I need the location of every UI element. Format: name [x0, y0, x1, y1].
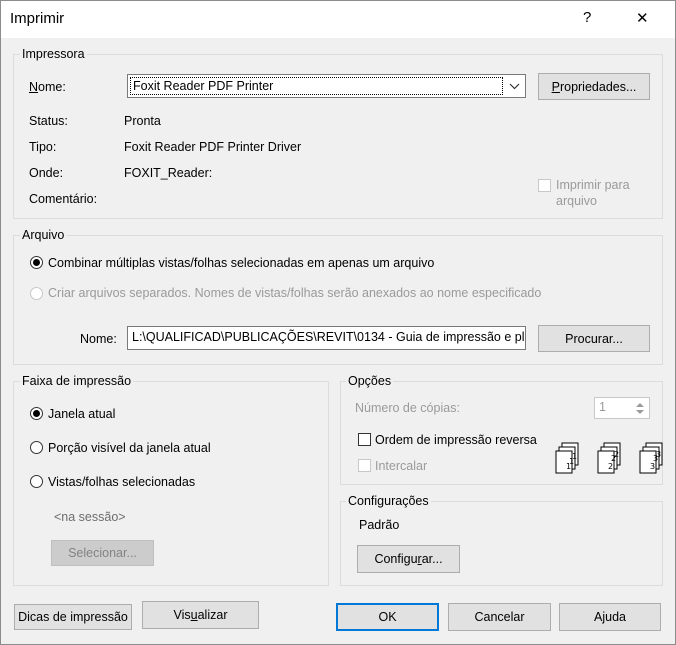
combine-radio[interactable]: [30, 256, 43, 269]
current-window-label: Janela atual: [48, 407, 116, 421]
type-value: Foxit Reader PDF Printer Driver: [124, 140, 302, 154]
file-name-input[interactable]: L:\QUALIFICAD\PUBLICAÇÕES\REVIT\0134 - G…: [127, 326, 526, 350]
svg-text:1: 1: [566, 462, 571, 471]
select-button[interactable]: Selecionar...: [51, 540, 154, 566]
reverse-order-checkbox[interactable]: [358, 433, 371, 446]
cancel-button[interactable]: Cancelar: [448, 603, 551, 631]
svg-text:3: 3: [650, 462, 655, 471]
settings-group: [340, 501, 663, 586]
properties-button[interactable]: Propriedades...: [538, 73, 650, 100]
browse-button[interactable]: Procurar...: [538, 325, 650, 352]
printer-name-label: Nome:: [29, 80, 66, 94]
where-label: Onde:: [29, 166, 64, 180]
configure-button-label: Configurar...: [374, 552, 443, 566]
chevron-down-icon: [509, 83, 520, 90]
print-tips-button[interactable]: Dicas de impressão: [14, 604, 132, 630]
help-icon[interactable]: ?: [583, 9, 591, 26]
options-group-label: Opções: [346, 374, 394, 388]
printer-group-label: Impressora: [20, 47, 87, 61]
print-to-file-label-2: arquivo: [556, 194, 597, 208]
preview-button[interactable]: Visualizar: [142, 601, 259, 629]
configure-button[interactable]: Configurar...: [357, 545, 460, 573]
help-button[interactable]: Ajuda: [559, 603, 661, 631]
properties-button-label: Propriedades...: [551, 79, 637, 94]
print-to-file-checkbox[interactable]: [538, 179, 551, 192]
status-value: Pronta: [124, 114, 161, 128]
copies-spinner-icon[interactable]: [633, 400, 647, 417]
collate-pages-icon: 111 222 333: [555, 442, 663, 474]
reverse-order-label: Ordem de impressão reversa: [375, 433, 537, 447]
settings-current: Padrão: [359, 518, 400, 532]
copies-value: 1: [599, 400, 606, 414]
file-name-label: Nome:: [80, 332, 117, 346]
selected-views-radio[interactable]: [30, 475, 43, 488]
collate-checkbox[interactable]: [358, 459, 371, 472]
ok-button[interactable]: OK: [336, 603, 439, 631]
file-group-label: Arquivo: [20, 228, 67, 242]
range-group-label: Faixa de impressão: [20, 374, 134, 388]
where-value: FOXIT_Reader:: [124, 166, 213, 180]
separate-label: Criar arquivos separados. Nomes de vista…: [48, 286, 542, 300]
printer-select[interactable]: Foxit Reader PDF Printer: [127, 74, 526, 98]
visible-portion-radio[interactable]: [30, 441, 43, 454]
status-label: Status:: [29, 114, 68, 128]
session-text: <na sessão>: [54, 510, 126, 524]
close-icon[interactable]: ✕: [636, 9, 649, 27]
window-title: Imprimir: [10, 10, 65, 27]
visible-portion-label: Porção visível da janela atual: [48, 441, 211, 455]
copies-label: Número de cópias:: [355, 401, 460, 415]
svg-text:2: 2: [608, 462, 613, 471]
preview-button-label: Visualizar: [173, 608, 228, 622]
separate-radio[interactable]: [30, 287, 43, 300]
selected-views-label: Vistas/folhas selecionadas: [48, 475, 196, 489]
combine-label: Combinar múltiplas vistas/folhas selecio…: [48, 256, 435, 270]
title-bar: [1, 1, 675, 38]
current-window-radio[interactable]: [30, 407, 43, 420]
comment-label: Comentário:: [29, 192, 98, 206]
settings-group-label: Configurações: [346, 494, 431, 508]
print-to-file-label-1: Imprimir para: [556, 178, 630, 192]
collate-label: Intercalar: [375, 459, 428, 473]
type-label: Tipo:: [29, 140, 57, 154]
printer-select-value: Foxit Reader PDF Printer: [130, 77, 503, 95]
